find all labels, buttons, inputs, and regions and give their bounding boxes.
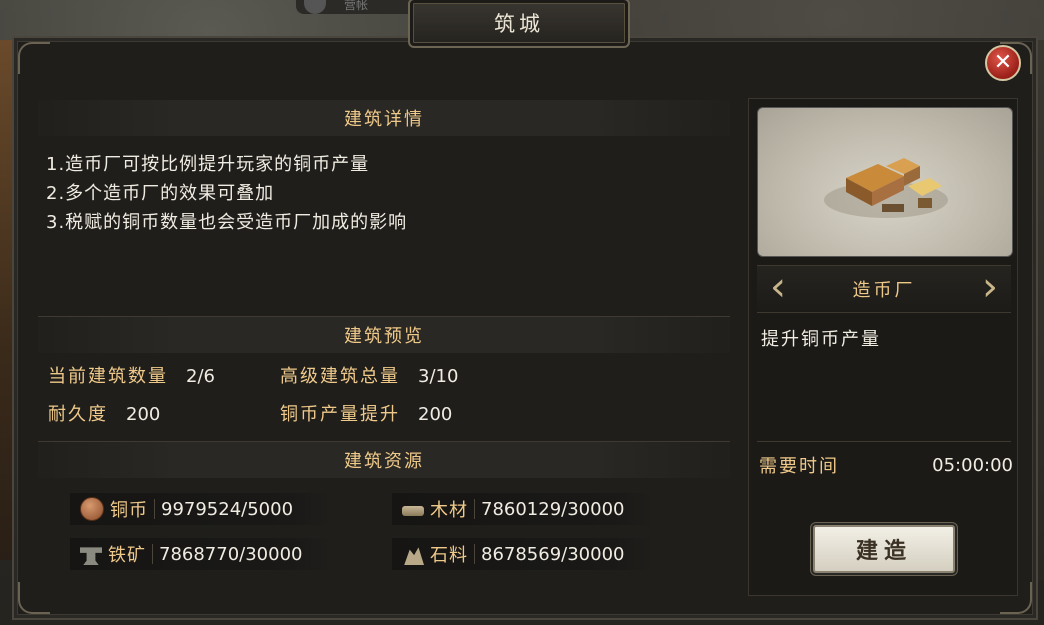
building-name: 造币厂 <box>852 280 916 301</box>
building-description: 提升铜币产量 <box>761 329 881 350</box>
stat-value: 200 <box>126 404 161 425</box>
resource-divider <box>474 544 475 564</box>
copper-coin-icon <box>80 497 104 521</box>
stat-building-count: 当前建筑数量 2/6 <box>48 362 215 388</box>
resource-stone: 石料 8678569/30000 <box>392 538 654 570</box>
time-value: 05:00:00 <box>932 454 1013 476</box>
details-line: 3.税赋的铜币数量也会受造币厂加成的影响 <box>46 212 408 233</box>
stat-durability: 耐久度 200 <box>48 400 160 426</box>
resource-divider <box>154 499 155 519</box>
building-panel: ‹ 造币厂 › 提升铜币产量 需要时间 05:00:00 建造 <box>748 98 1018 596</box>
top-tab-label: 营帐 <box>344 0 369 12</box>
build-time-row: 需要时间 05:00:00 <box>757 441 1013 488</box>
resource-wood: 木材 7860129/30000 <box>392 493 654 525</box>
resource-name: 铜币 <box>110 500 148 521</box>
resource-name: 石料 <box>430 545 468 566</box>
time-label: 需要时间 <box>759 456 839 477</box>
stat-label: 当前建筑数量 <box>48 366 168 387</box>
resource-value: 9979524/5000 <box>161 498 294 520</box>
building-selector: ‹ 造币厂 › <box>757 265 1011 313</box>
top-tab[interactable]: 营帐 <box>296 0 416 14</box>
resource-value: 7868770/30000 <box>159 543 303 565</box>
resource-iron: 铁矿 7868770/30000 <box>70 538 332 570</box>
prev-building-button[interactable]: ‹ <box>767 267 789 307</box>
stone-icon <box>404 547 424 565</box>
resource-copper: 铜币 9979524/5000 <box>70 493 332 525</box>
resource-name: 铁矿 <box>108 545 146 566</box>
stat-value: 2/6 <box>186 366 215 387</box>
resource-value: 7860129/30000 <box>481 498 625 520</box>
stat-copper-boost: 铜币产量提升 200 <box>280 400 452 426</box>
resource-divider <box>152 544 153 564</box>
tent-icon <box>304 0 326 14</box>
resource-name: 木材 <box>430 500 468 521</box>
stat-label: 高级建筑总量 <box>280 366 400 387</box>
close-button[interactable]: ✕ <box>985 45 1021 81</box>
preview-title: 建筑预览 <box>38 317 730 353</box>
details-line: 1.造币厂可按比例提升玩家的铜币产量 <box>46 154 370 175</box>
build-button[interactable]: 建造 <box>813 525 955 573</box>
stat-label: 铜币产量提升 <box>280 404 400 425</box>
stat-advanced-total: 高级建筑总量 3/10 <box>280 362 458 388</box>
background-character <box>0 40 12 560</box>
stat-value: 200 <box>418 404 453 425</box>
wood-icon <box>402 506 424 516</box>
details-line: 2.多个造币厂的效果可叠加 <box>46 183 275 204</box>
resource-divider <box>474 499 475 519</box>
stat-value: 3/10 <box>418 366 459 387</box>
frame-corner <box>18 582 50 614</box>
frame-corner <box>18 42 50 74</box>
iron-anvil-icon <box>80 547 102 565</box>
building-preview-image <box>757 107 1013 257</box>
resource-value: 8678569/30000 <box>481 543 625 565</box>
details-title: 建筑详情 <box>38 100 730 136</box>
stat-label: 耐久度 <box>48 404 108 425</box>
next-building-button[interactable]: › <box>979 267 1001 307</box>
dialog-title: 筑城 <box>408 0 630 48</box>
resources-title: 建筑资源 <box>38 442 730 478</box>
mint-building-illustration <box>824 158 948 218</box>
